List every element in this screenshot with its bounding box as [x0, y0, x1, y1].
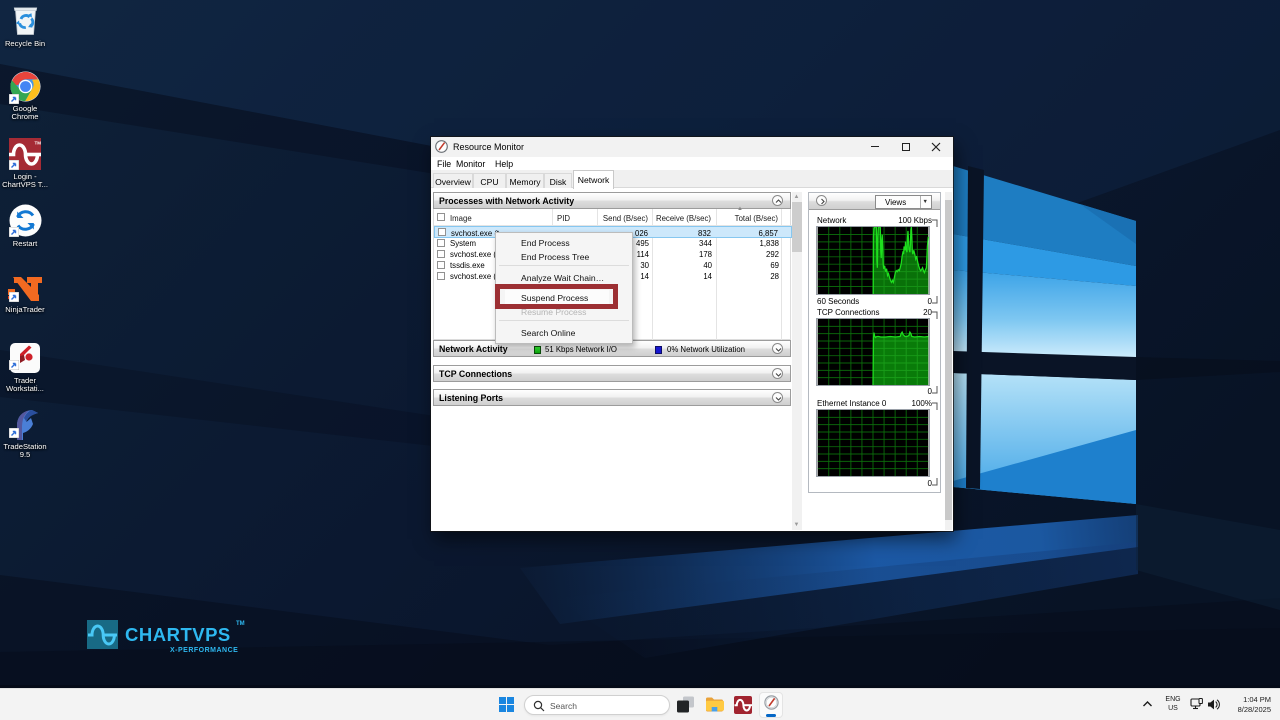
svg-text:TM: TM	[35, 141, 42, 146]
